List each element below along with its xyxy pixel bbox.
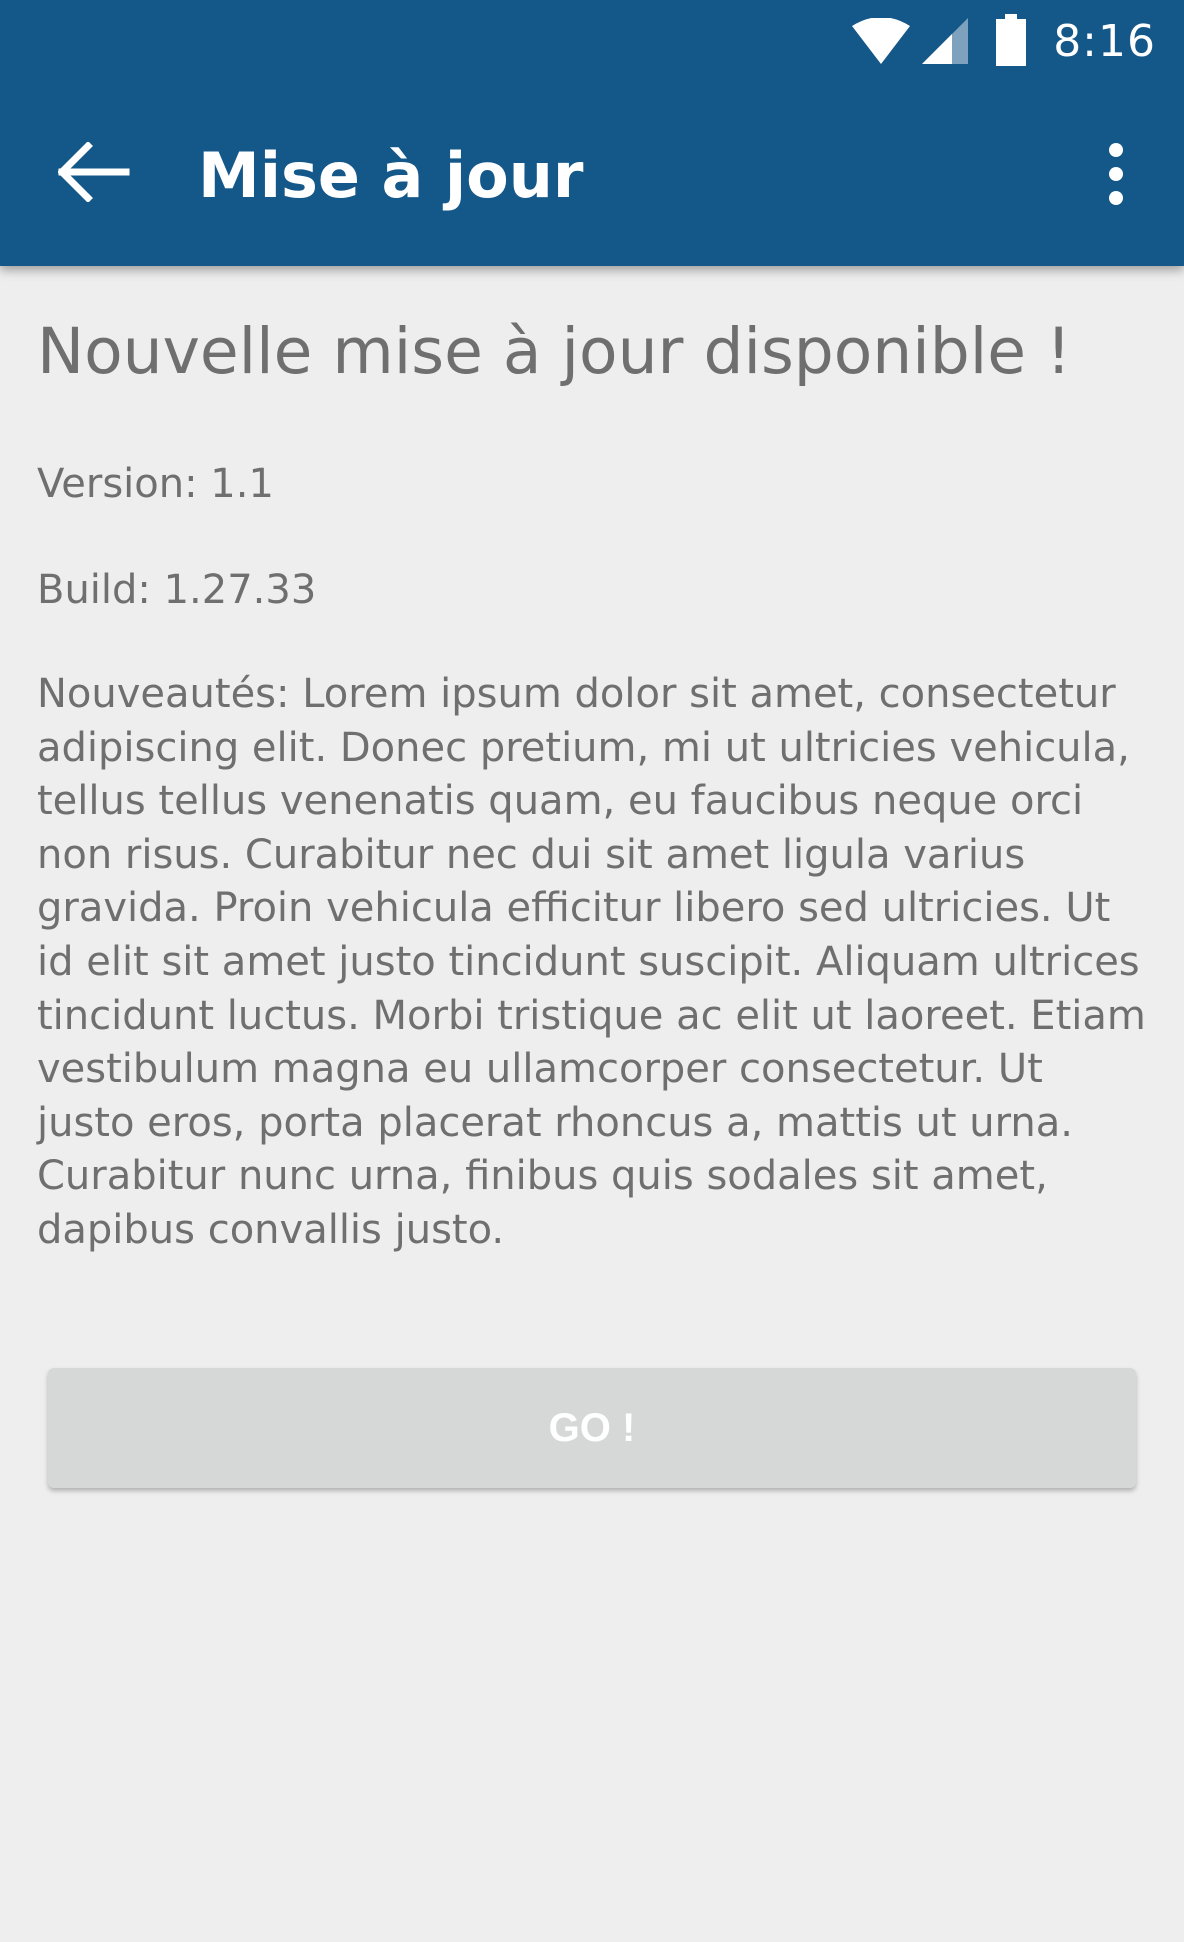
version-text: Version: 1.1 xyxy=(37,461,274,507)
go-button[interactable]: GO ! xyxy=(48,1368,1136,1488)
battery-icon xyxy=(996,14,1026,66)
status-time: 8:16 xyxy=(1053,16,1156,67)
arrow-back-icon[interactable] xyxy=(58,142,130,202)
page-heading: Nouvelle mise à jour disponible ! xyxy=(37,315,1072,388)
cell-signal-icon xyxy=(922,18,968,64)
release-notes: Nouveautés: Lorem ipsum dolor sit amet, … xyxy=(37,671,1146,1253)
toolbar-title: Mise à jour xyxy=(198,139,584,212)
app-bar: 8:16 Mise à jour xyxy=(0,0,1184,266)
update-content: Nouvelle mise à jour disponible ! Versio… xyxy=(37,300,1147,1258)
more-vert-icon[interactable] xyxy=(1104,142,1128,206)
wifi-icon xyxy=(852,18,910,64)
build-text: Build: 1.27.33 xyxy=(37,567,317,613)
status-bar: 8:16 xyxy=(584,0,1184,84)
